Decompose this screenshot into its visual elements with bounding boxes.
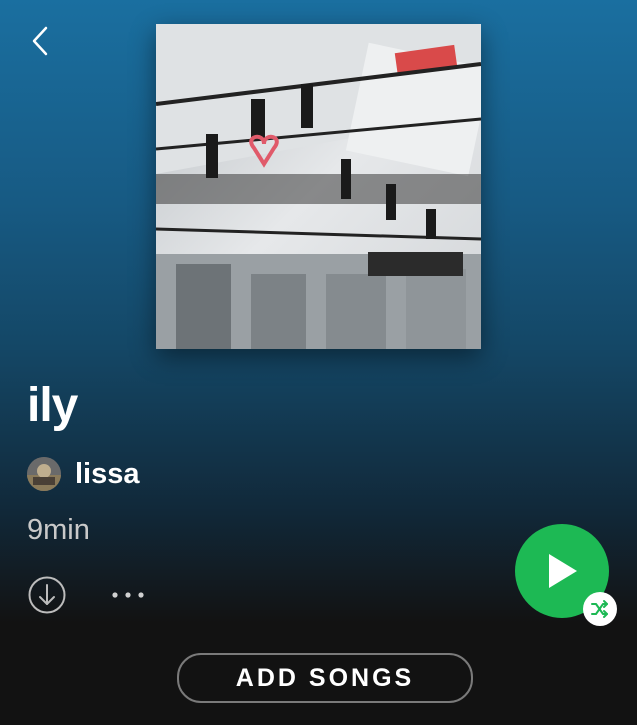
playlist-owner[interactable]: lissa [27, 456, 140, 492]
shuffle-icon [591, 600, 608, 618]
more-horizontal-icon [112, 592, 144, 598]
chevron-left-icon [32, 26, 48, 56]
more-options-button[interactable] [108, 584, 148, 606]
shuffle-button[interactable] [583, 592, 617, 626]
avatar[interactable] [27, 457, 61, 491]
playlist-cover-image [156, 24, 481, 349]
playlist-title: ily [27, 379, 78, 432]
playlist-duration: 9min [27, 514, 90, 546]
download-button[interactable] [28, 576, 66, 614]
back-button[interactable] [24, 24, 56, 58]
download-circle-icon [28, 576, 66, 614]
add-songs-button[interactable]: ADD SONGS [177, 653, 473, 703]
owner-name[interactable]: lissa [75, 458, 140, 491]
play-icon [549, 554, 577, 588]
